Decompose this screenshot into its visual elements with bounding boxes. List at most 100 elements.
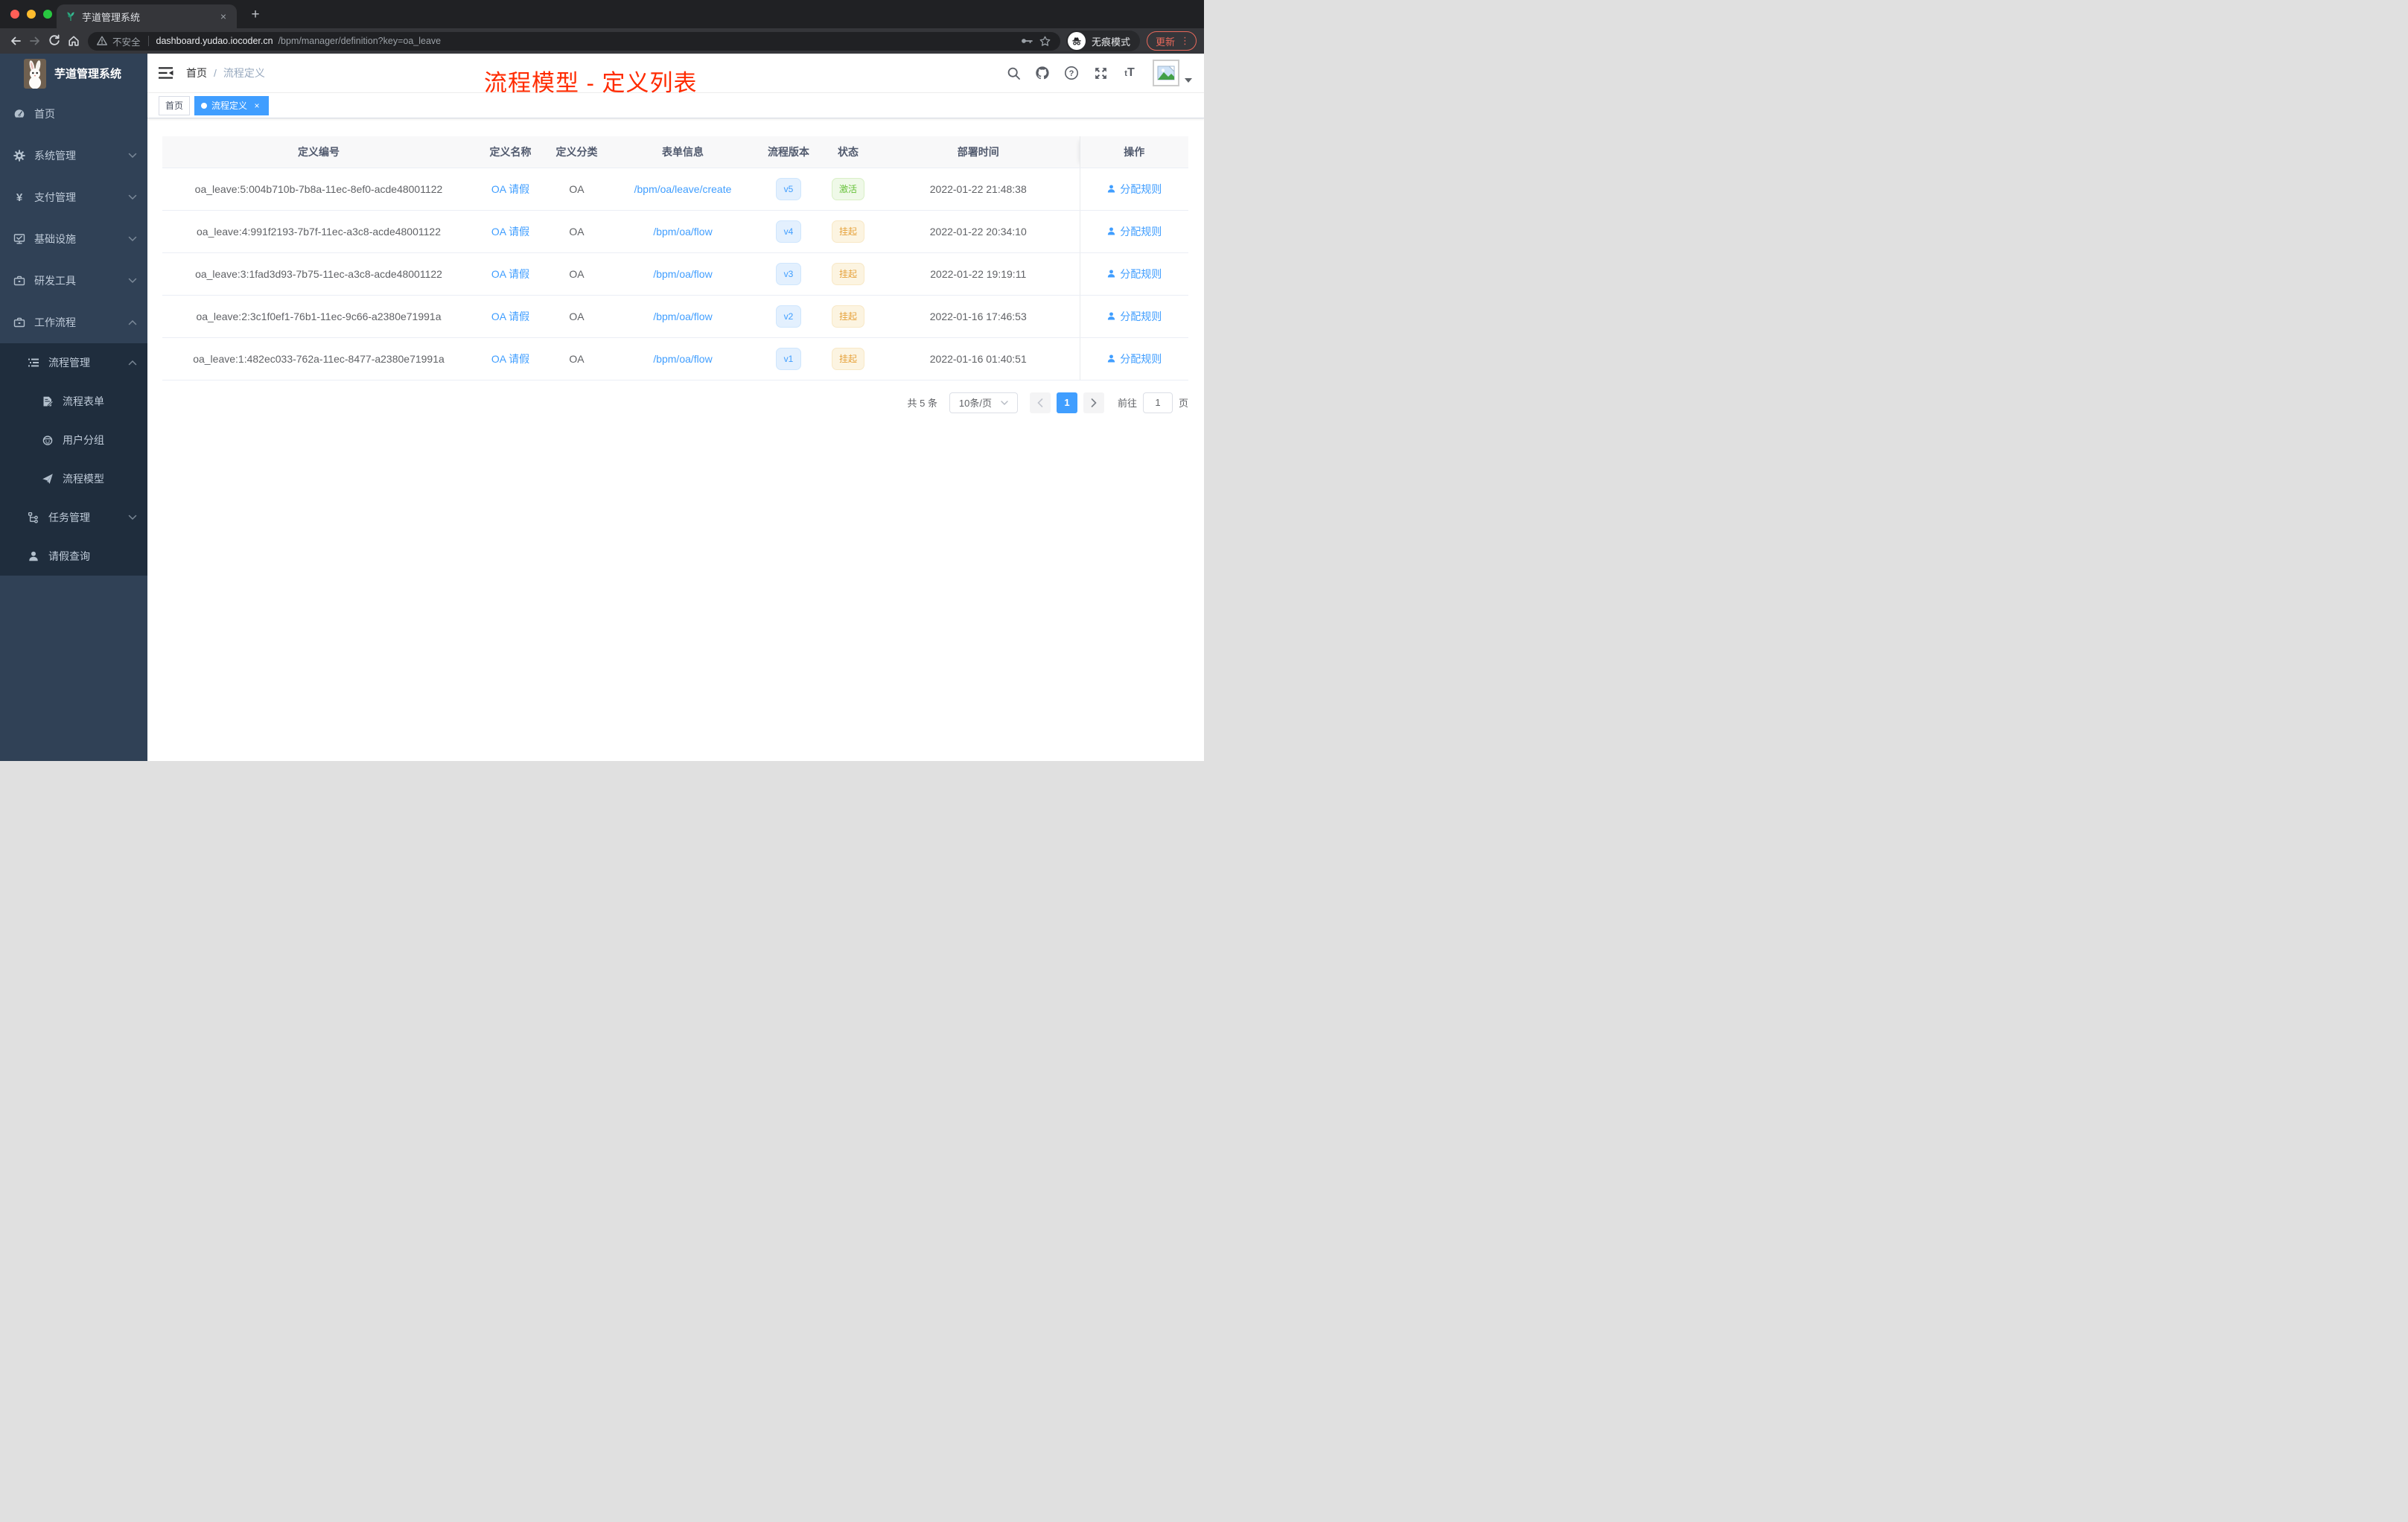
page-size-select[interactable]: 10条/页 <box>949 392 1018 413</box>
sidebar-item-home[interactable]: 首页 <box>0 93 147 135</box>
sidebar-item-infrastructure[interactable]: 基础设施 <box>0 218 147 260</box>
assign-rule-link[interactable]: 分配规则 <box>1106 224 1162 239</box>
browser-menu-kebab-icon[interactable]: ⋮ <box>1180 35 1190 47</box>
github-icon[interactable] <box>1035 66 1050 80</box>
chevron-down-icon <box>128 236 137 242</box>
incognito-badge: 无痕模式 <box>1066 31 1140 51</box>
form-link[interactable]: /bpm/oa/leave/create <box>634 183 732 195</box>
table-row: oa_leave:2:3c1f0ef1-76b1-11ec-9c66-a2380… <box>162 295 1188 338</box>
update-label: 更新 <box>1155 36 1175 48</box>
user-icon <box>28 550 39 562</box>
list-tree-icon <box>28 357 39 369</box>
search-icon[interactable] <box>1006 66 1021 80</box>
sidebar-item-label: 系统管理 <box>34 150 76 162</box>
definition-table: 定义编号 定义名称 定义分类 表单信息 流程版本 状态 部署时间 操作 oa_l <box>162 136 1188 380</box>
sidebar-item-label: 首页 <box>34 108 55 120</box>
browser-update-button[interactable]: 更新 ⋮ <box>1146 31 1197 51</box>
cell-deploy-time: 2022-01-16 01:40:51 <box>877 337 1080 380</box>
chevron-left-icon <box>1037 398 1043 407</box>
assign-rule-link[interactable]: 分配规则 <box>1106 267 1162 281</box>
chevron-down-icon <box>128 194 137 200</box>
col-header-process-version: 流程版本 <box>758 136 819 168</box>
breadcrumb-separator: / <box>214 67 217 79</box>
browser-tab[interactable]: 芋道管理系统 × <box>57 4 237 28</box>
page-content: 定义编号 定义名称 定义分类 表单信息 流程版本 状态 部署时间 操作 oa_l <box>147 118 1204 761</box>
definition-name-link[interactable]: OA 请假 <box>491 226 529 238</box>
goto-page-input[interactable]: 1 <box>1142 392 1173 413</box>
assign-rule-link[interactable]: 分配规则 <box>1106 351 1162 366</box>
window-controls <box>10 10 52 19</box>
home-icon[interactable] <box>64 31 83 51</box>
definition-name-link[interactable]: OA 请假 <box>491 353 529 365</box>
sidebar-item-user-group[interactable]: 用户分组 <box>0 421 147 459</box>
next-page-button[interactable] <box>1083 392 1104 413</box>
font-size-icon[interactable]: tT <box>1122 66 1137 80</box>
new-tab-button[interactable]: + <box>247 7 264 23</box>
sidebar-item-label: 研发工具 <box>34 275 76 287</box>
reload-icon[interactable] <box>45 31 64 51</box>
definition-name-link[interactable]: OA 请假 <box>491 268 529 280</box>
window-close-button[interactable] <box>10 10 19 19</box>
cell-definition-id: oa_leave:3:1fad3d93-7b75-11ec-a3c8-acde4… <box>162 252 475 296</box>
sidebar-item-label: 流程表单 <box>63 395 104 407</box>
col-header-definition-name: 定义名称 <box>475 136 546 168</box>
sidebar-item-task-management[interactable]: 任务管理 <box>0 498 147 537</box>
prev-page-button[interactable] <box>1029 392 1051 413</box>
sidebar-item-label: 用户分组 <box>63 434 104 446</box>
url-path: /bpm/manager/definition?key=oa_leave <box>278 36 442 46</box>
table-row: oa_leave:1:482ec033-762a-11ec-8477-a2380… <box>162 337 1188 380</box>
definition-name-link[interactable]: OA 请假 <box>491 183 529 195</box>
breadcrumb-home[interactable]: 首页 <box>186 66 207 80</box>
form-link[interactable]: /bpm/oa/flow <box>653 226 712 238</box>
tab-title: 芋道管理系统 <box>82 11 141 23</box>
assign-rule-link[interactable]: 分配规则 <box>1106 182 1162 197</box>
sidebar-item-leave-query[interactable]: 请假查询 <box>0 537 147 576</box>
current-page-button[interactable]: 1 <box>1056 392 1077 413</box>
tree-icon <box>28 512 39 523</box>
avatar[interactable] <box>1153 60 1179 86</box>
window-zoom-button[interactable] <box>43 10 52 19</box>
assign-rule-link[interactable]: 分配规则 <box>1106 309 1162 324</box>
form-link[interactable]: /bpm/oa/flow <box>653 268 712 280</box>
annotation-title: 流程模型 - 定义列表 <box>484 70 698 96</box>
col-header-definition-category: 定义分类 <box>546 136 608 168</box>
sidebar-collapse-icon[interactable] <box>159 66 173 80</box>
back-icon[interactable] <box>6 31 25 51</box>
sidebar-item-payment[interactable]: ¥ 支付管理 <box>0 176 147 218</box>
sidebar-item-label: 流程管理 <box>48 357 90 369</box>
sidebar-item-process-management[interactable]: 流程管理 <box>0 343 147 382</box>
sidebar-item-dev-tools[interactable]: 研发工具 <box>0 260 147 302</box>
version-badge: v5 <box>775 177 802 200</box>
tag-process-definition[interactable]: 流程定义 × <box>194 95 270 115</box>
forward-icon[interactable] <box>25 31 45 51</box>
sidebar-item-process-model[interactable]: 流程模型 <box>0 459 147 498</box>
logo-rabbit-image <box>24 58 46 89</box>
cell-category: OA <box>546 210 608 253</box>
col-header-definition-id: 定义编号 <box>162 136 475 168</box>
address-bar[interactable]: 不安全 dashboard.yudao.iocoder.cn/bpm/manag… <box>88 31 1060 51</box>
briefcase-icon <box>13 316 25 328</box>
sidebar-item-label: 请假查询 <box>48 550 90 562</box>
cell-deploy-time: 2022-01-22 20:34:10 <box>877 210 1080 253</box>
url-host: dashboard.yudao.iocoder.cn <box>156 36 273 46</box>
fullscreen-icon[interactable] <box>1093 66 1108 80</box>
table-row: oa_leave:5:004b710b-7b8a-11ec-8ef0-acde4… <box>162 168 1188 211</box>
help-icon[interactable]: ? <box>1064 66 1079 80</box>
sidebar-item-process-form[interactable]: 流程表单 <box>0 382 147 421</box>
tag-home[interactable]: 首页 <box>159 95 191 115</box>
cell-category: OA <box>546 337 608 380</box>
form-link[interactable]: /bpm/oa/flow <box>653 311 712 322</box>
status-badge: 挂起 <box>831 220 864 243</box>
sidebar-item-system[interactable]: 系统管理 <box>0 135 147 176</box>
definition-name-link[interactable]: OA 请假 <box>491 311 529 322</box>
window-minimize-button[interactable] <box>27 10 36 19</box>
col-header-actions: 操作 <box>1079 136 1188 168</box>
bookmark-star-icon[interactable] <box>1039 35 1051 48</box>
caret-down-icon[interactable] <box>1185 78 1192 83</box>
password-key-icon[interactable] <box>1020 34 1033 48</box>
sidebar-item-workflow[interactable]: 工作流程 <box>0 302 147 343</box>
tab-close-icon[interactable]: × <box>217 10 229 22</box>
form-link[interactable]: /bpm/oa/flow <box>653 353 712 365</box>
browser-toolbar: 不安全 dashboard.yudao.iocoder.cn/bpm/manag… <box>0 28 1204 54</box>
tag-close-icon[interactable]: × <box>252 101 262 111</box>
